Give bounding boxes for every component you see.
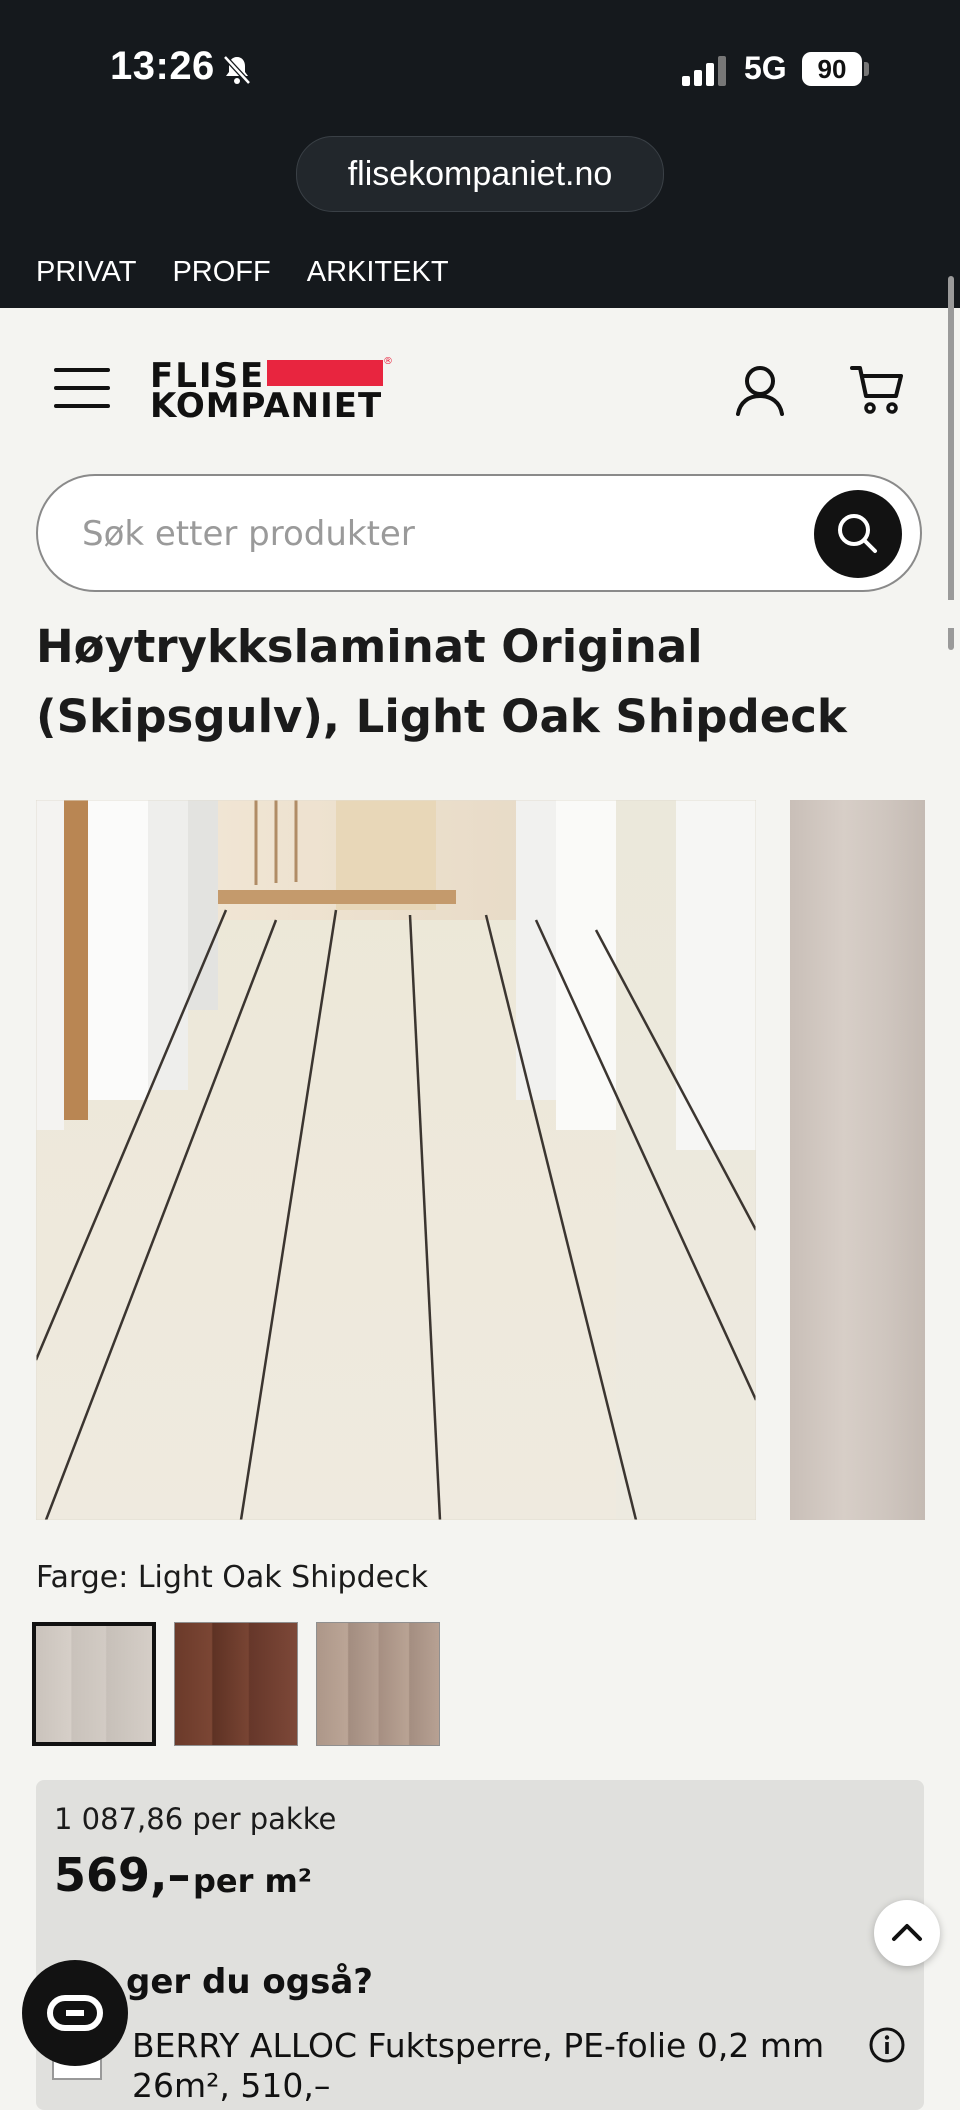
logo-registered-mark: ® — [383, 356, 393, 367]
chat-button[interactable] — [22, 1960, 128, 2066]
shopping-cart-icon[interactable] — [850, 364, 904, 416]
segment-privat[interactable]: PRIVAT — [36, 256, 136, 289]
title-clip-mask — [0, 600, 960, 628]
logo-square — [267, 360, 296, 386]
search-input[interactable] — [80, 500, 804, 568]
color-swatch-light-oak[interactable] — [32, 1622, 156, 1746]
search-icon — [838, 514, 877, 553]
price-per-package: 1 087,86 per pakke — [54, 1802, 337, 1836]
battery-nub — [864, 62, 869, 76]
url-bar[interactable]: flisekompaniet.no — [296, 136, 664, 212]
logo-square — [354, 360, 383, 386]
user-account-icon[interactable] — [734, 364, 786, 416]
search-button[interactable] — [814, 490, 902, 578]
network-type: 5G — [744, 50, 787, 86]
addon-item-name: BERRY ALLOC Fuktsperre, PE-folie 0,2 mm — [132, 2026, 825, 2065]
price-card: 1 087,86 per pakke 569,– per m² ger du o… — [36, 1780, 924, 2110]
site-logo[interactable]: FLISE ® KOMPANIET — [150, 356, 400, 426]
product-title: Høytrykkslaminat Original (Skipsgulv), L… — [36, 612, 916, 752]
product-next-image[interactable] — [790, 800, 925, 1520]
scroll-to-top-button[interactable] — [874, 1900, 940, 1966]
chat-icon — [47, 1995, 103, 2031]
color-swatch-dark[interactable] — [174, 1622, 298, 1746]
chevron-up-icon — [892, 1924, 922, 1941]
floor-photo — [36, 800, 756, 1520]
product-main-image[interactable] — [36, 800, 756, 1520]
segment-arkitekt[interactable]: ARKITEKT — [307, 256, 449, 289]
battery-indicator: 90 — [802, 52, 862, 86]
price-main: 569,– — [54, 1848, 191, 1902]
logo-line2: KOMPANIET — [150, 386, 383, 426]
addon-heading: ger du også? — [126, 1962, 373, 2002]
color-label: Farge: Light Oak Shipdeck — [36, 1560, 428, 1595]
search-bar — [36, 474, 922, 592]
page-scrollbar[interactable] — [948, 276, 954, 650]
logo-square — [325, 360, 354, 386]
mute-bell-icon — [223, 55, 251, 85]
segment-proff[interactable]: PROFF — [172, 256, 270, 289]
logo-square — [296, 360, 325, 386]
product-title-line2: (Skipsgulv), Light Oak Shipdeck — [36, 690, 847, 743]
hamburger-menu-icon[interactable] — [54, 368, 110, 416]
color-swatch-mid[interactable] — [316, 1622, 440, 1746]
segment-nav: PRIVAT PROFF ARKITEKT — [36, 256, 449, 289]
signal-icon — [682, 56, 726, 86]
status-time: 13:26 — [110, 44, 215, 88]
info-icon[interactable] — [868, 2026, 906, 2064]
price-unit: per m² — [193, 1862, 312, 1900]
